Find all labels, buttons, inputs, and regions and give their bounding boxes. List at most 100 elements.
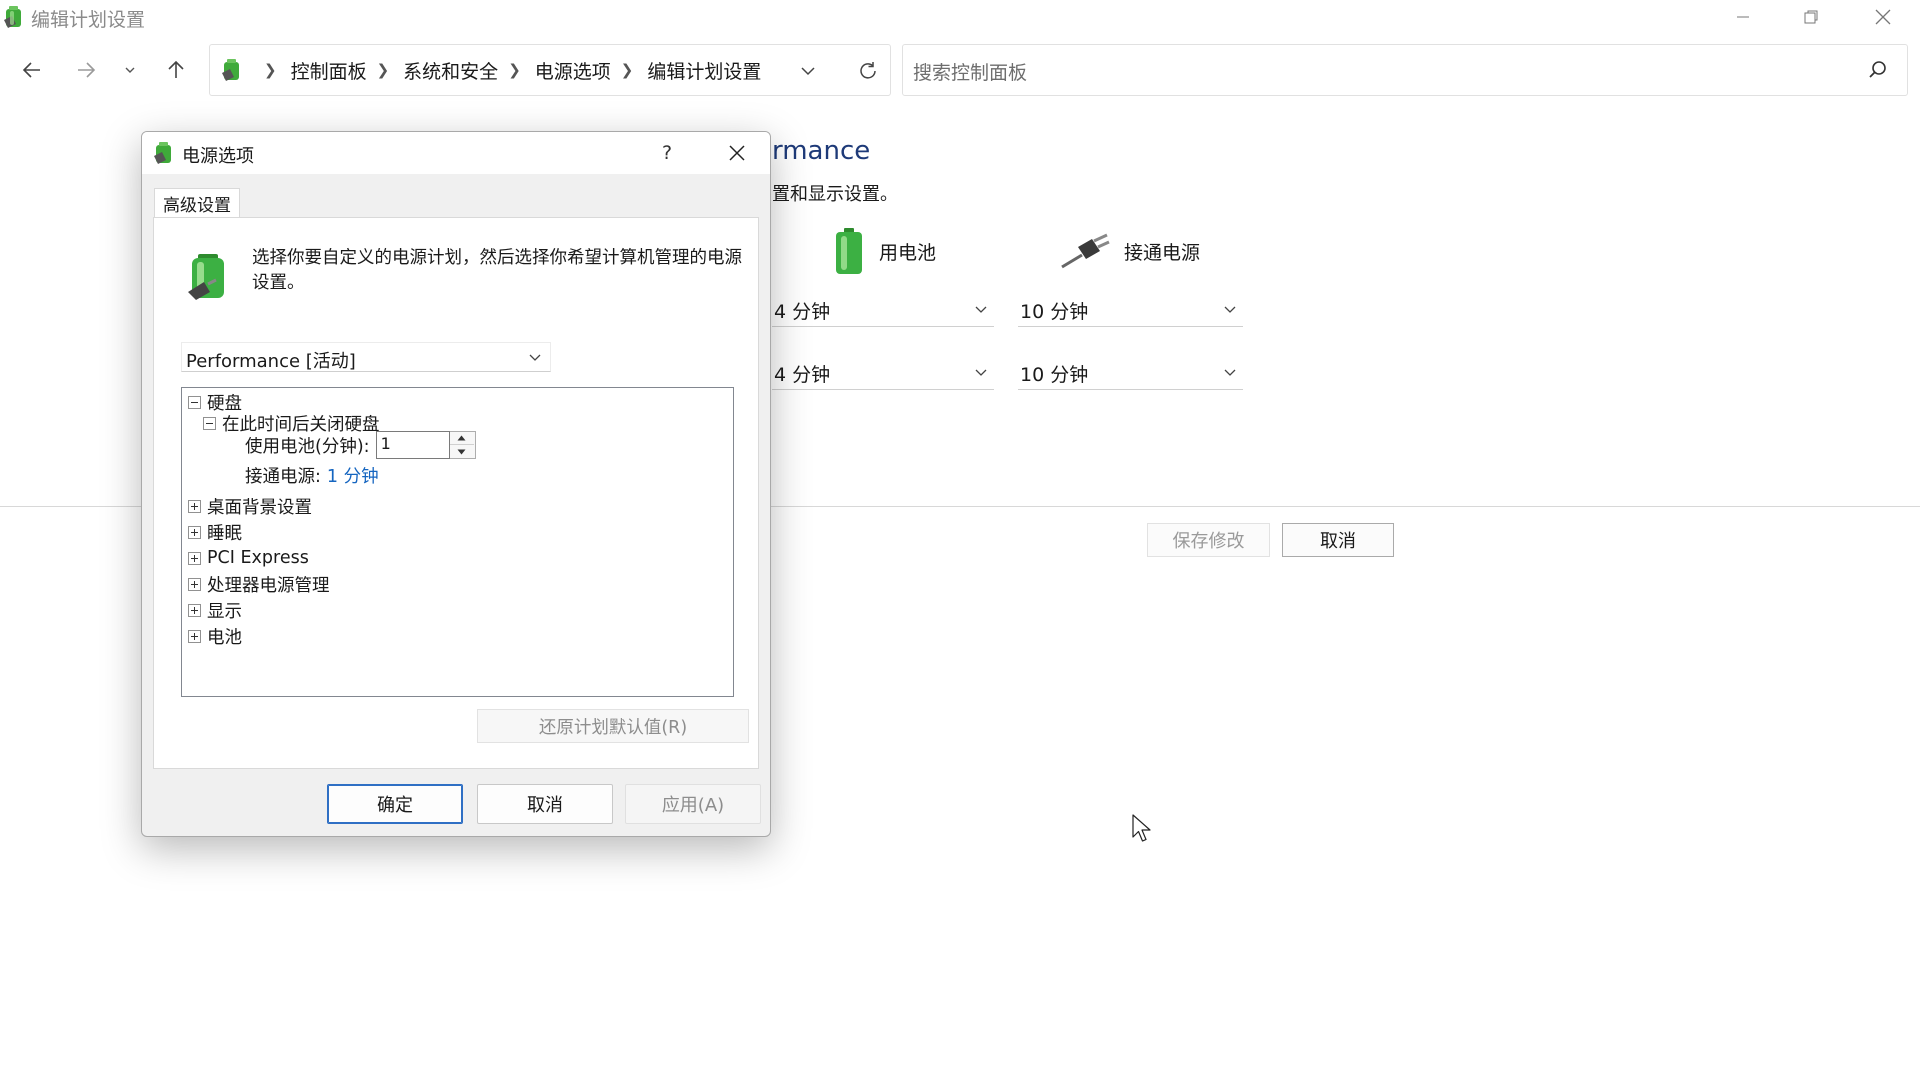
expand-icon[interactable] <box>188 525 201 539</box>
collapse-icon[interactable] <box>188 395 201 409</box>
tab-advanced-settings[interactable]: 高级设置 <box>154 188 240 218</box>
tree-item-plugged-in: 接通电源: 1 分钟 <box>245 463 379 487</box>
triangle-down-icon <box>457 449 466 454</box>
expand-icon[interactable] <box>188 551 201 565</box>
restore-window-icon <box>1804 10 1818 24</box>
breadcrumb-control-panel[interactable]: 控制面板 <box>291 57 367 84</box>
chevron-down-icon <box>1224 369 1236 376</box>
close-icon <box>729 145 745 161</box>
tree-item-pci-express[interactable]: PCI Express <box>188 546 309 570</box>
window-title: 编辑计划设置 <box>31 9 146 31</box>
chevron-down-icon <box>1224 306 1236 313</box>
breadcrumb-edit-plan[interactable]: 编辑计划设置 <box>647 57 761 84</box>
sleep-ac-select[interactable]: 10 分钟 <box>1018 358 1243 390</box>
restore-button[interactable] <box>1778 0 1844 34</box>
selected-plan: Performance [活动] <box>186 351 356 372</box>
address-history-dropdown[interactable] <box>790 57 826 85</box>
tree-item-display[interactable]: 显示 <box>188 598 242 622</box>
display-off-ac-select[interactable]: 10 分钟 <box>1018 295 1243 327</box>
apply-button[interactable]: 应用(A) <box>625 784 761 824</box>
tree-item-battery[interactable]: 电池 <box>188 624 242 648</box>
save-changes-button[interactable]: 保存修改 <box>1147 523 1270 557</box>
help-button[interactable]: ? <box>652 138 682 168</box>
up-button[interactable] <box>158 52 194 88</box>
minimize-icon <box>1737 16 1749 18</box>
tree-item-processor-power[interactable]: 处理器电源管理 <box>188 572 330 596</box>
dialog-titlebar: 电源选项 ? <box>142 132 770 174</box>
triangle-up-icon <box>457 435 466 441</box>
dialog-cancel-button[interactable]: 取消 <box>477 784 613 824</box>
forward-button[interactable] <box>68 52 104 88</box>
power-plan-select[interactable]: Performance [活动] <box>181 342 551 372</box>
breadcrumb-separator: ❯ <box>264 61 277 79</box>
chevron-down-icon <box>529 354 541 361</box>
window-titlebar: 编辑计划设置 <box>0 0 1920 36</box>
breadcrumb-system-security[interactable]: 系统和安全 <box>403 57 498 84</box>
battery-minutes-stepper[interactable] <box>449 431 476 459</box>
selected-value: 4 分钟 <box>774 364 831 386</box>
expand-icon[interactable] <box>188 629 201 643</box>
expand-icon[interactable] <box>188 577 201 591</box>
power-options-icon <box>154 142 171 164</box>
address-bar[interactable]: ❯ 控制面板 ❯ 系统和安全 ❯ 电源选项 ❯ 编辑计划设置 <box>209 44 891 96</box>
tree-item-label: 使用电池(分钟): <box>245 436 370 457</box>
breadcrumb: ❯ 控制面板 ❯ 系统和安全 ❯ 电源选项 ❯ 编辑计划设置 <box>254 45 761 95</box>
minimize-button[interactable] <box>1710 0 1776 34</box>
arrow-up-icon <box>168 60 184 78</box>
breadcrumb-separator: ❯ <box>376 61 390 79</box>
breadcrumb-power-options[interactable]: 电源选项 <box>535 57 611 84</box>
power-options-icon <box>4 6 21 28</box>
breadcrumb-separator: ❯ <box>620 61 634 79</box>
tree-item-label: 电池 <box>207 627 242 648</box>
selected-value: 10 分钟 <box>1020 301 1089 323</box>
mouse-cursor-icon <box>1132 814 1151 842</box>
chevron-down-icon <box>125 67 135 73</box>
control-panel-icon <box>222 59 239 81</box>
search-icon[interactable] <box>1867 59 1889 81</box>
tree-item-sleep[interactable]: 睡眠 <box>188 520 242 544</box>
stepper-up-button[interactable] <box>449 432 474 445</box>
search-input[interactable]: 搜索控制面板 <box>913 58 1027 85</box>
plugged-in-value-link[interactable]: 1 分钟 <box>327 463 379 488</box>
refresh-icon <box>860 62 876 79</box>
back-button[interactable] <box>14 52 50 88</box>
recent-locations-button[interactable] <box>112 52 148 88</box>
sleep-battery-select[interactable]: 4 分钟 <box>772 358 994 390</box>
ok-button[interactable]: 确定 <box>327 784 463 824</box>
battery-minutes-input[interactable]: 1 <box>375 431 450 459</box>
settings-tree[interactable]: 硬盘 在此时间后关闭硬盘 使用电池(分钟): 1 接通电源: 1 分钟 桌面背景… <box>181 387 734 697</box>
breadcrumb-separator: ❯ <box>508 61 521 79</box>
restore-defaults-button[interactable]: 还原计划默认值(R) <box>477 709 749 743</box>
expand-icon[interactable] <box>188 499 201 513</box>
column-header-battery: 用电池 <box>833 226 936 276</box>
expand-icon[interactable] <box>188 603 201 617</box>
chevron-down-icon <box>975 306 987 313</box>
power-plug-icon <box>1061 233 1110 269</box>
selected-value: 10 分钟 <box>1020 364 1089 386</box>
battery-icon <box>836 228 862 274</box>
stepper-down-button[interactable] <box>450 445 474 458</box>
tree-item-label: 接通电源: <box>245 466 321 487</box>
close-icon <box>1875 9 1891 25</box>
dialog-close-button[interactable] <box>720 138 754 168</box>
selected-value: 4 分钟 <box>774 301 831 323</box>
column-header-plugged-in: 接通电源 <box>1060 226 1200 276</box>
column-header-battery-label: 用电池 <box>879 241 937 264</box>
collapse-icon[interactable] <box>203 416 216 430</box>
display-off-battery-select[interactable]: 4 分钟 <box>772 295 994 327</box>
tree-item-label: 处理器电源管理 <box>207 575 330 596</box>
column-header-plugged-in-label: 接通电源 <box>1124 241 1201 264</box>
close-button[interactable] <box>1850 0 1916 34</box>
cancel-button[interactable]: 取消 <box>1282 523 1394 557</box>
chevron-down-icon <box>975 369 987 376</box>
plan-description: 置和显示设置。 <box>772 184 898 205</box>
navigation-bar: ❯ 控制面板 ❯ 系统和安全 ❯ 电源选项 ❯ 编辑计划设置 搜索控制面板 <box>0 40 1920 100</box>
dialog-description: 选择你要自定义的电源计划，然后选择你希望计算机管理的电源设置。 <box>252 248 742 293</box>
dialog-title: 电源选项 <box>182 146 254 167</box>
power-options-dialog: 电源选项 ? 高级设置 选择你要自定义的电源计划，然后选择你希望计算机管理的电源… <box>141 131 771 837</box>
refresh-button[interactable] <box>850 55 886 87</box>
search-box[interactable]: 搜索控制面板 <box>902 44 1908 96</box>
tree-item-desktop-background[interactable]: 桌面背景设置 <box>188 494 312 518</box>
battery-plug-icon <box>188 254 224 300</box>
chevron-down-icon <box>801 67 815 76</box>
